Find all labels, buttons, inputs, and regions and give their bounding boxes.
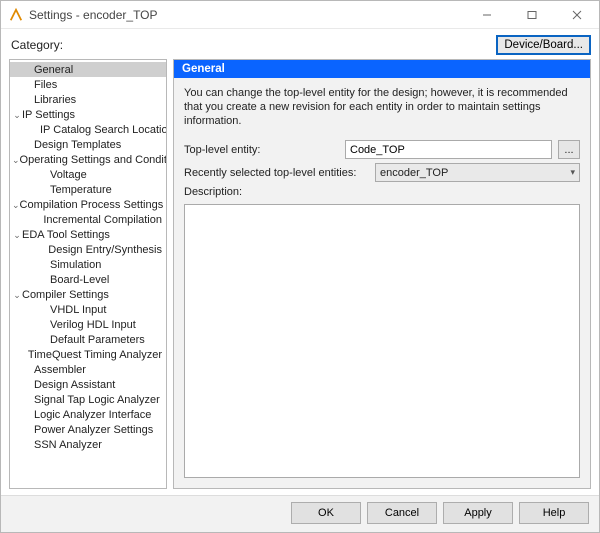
app-icon (9, 8, 23, 22)
description-textarea[interactable] (184, 204, 580, 478)
panel-helptext: You can change the top-level entity for … (174, 78, 590, 138)
category-label: Category: (11, 38, 63, 52)
titlebar: Settings - encoder_TOP (1, 1, 599, 29)
tree-voltage[interactable]: Voltage (10, 167, 166, 182)
tree-item-label: VHDL Input (50, 303, 106, 317)
close-button[interactable] (554, 1, 599, 29)
recent-entities-select[interactable]: encoder_TOP (375, 163, 580, 182)
expand-caret-icon: ⌄ (12, 288, 22, 302)
top-entity-label: Top-level entity: (184, 144, 339, 156)
tree-timequest[interactable]: TimeQuest Timing Analyzer (10, 347, 166, 362)
tree-default-params[interactable]: Default Parameters (10, 332, 166, 347)
tree-item-label: Signal Tap Logic Analyzer (34, 393, 160, 407)
window-title: Settings - encoder_TOP (29, 8, 464, 22)
apply-button[interactable]: Apply (443, 502, 513, 524)
tree-compiler[interactable]: ⌄Compiler Settings (10, 287, 166, 302)
tree-assembler[interactable]: Assembler (10, 362, 166, 377)
tree-design-assistant[interactable]: Design Assistant (10, 377, 166, 392)
tree-item-label: Voltage (50, 168, 87, 182)
tree-signaltap[interactable]: Signal Tap Logic Analyzer (10, 392, 166, 407)
device-board-button[interactable]: Device/Board... (496, 35, 591, 55)
tree-item-label: Libraries (34, 93, 76, 107)
tree-item-label: Compilation Process Settings (20, 198, 164, 212)
tree-item-label: Assembler (34, 363, 86, 377)
tree-general[interactable]: General (10, 62, 166, 77)
tree-incremental[interactable]: Incremental Compilation (10, 212, 166, 227)
tree-item-label: Power Analyzer Settings (34, 423, 153, 437)
recent-entities-label: Recently selected top-level entities: (184, 167, 369, 179)
tree-item-label: IP Settings (22, 108, 75, 122)
tree-item-label: Incremental Compilation (43, 213, 162, 227)
browse-entity-button[interactable]: ... (558, 140, 580, 159)
tree-item-label: Temperature (50, 183, 112, 197)
tree-ssn[interactable]: SSN Analyzer (10, 437, 166, 452)
minimize-button[interactable] (464, 1, 509, 29)
expand-caret-icon: ⌄ (12, 198, 20, 212)
tree-item-label: EDA Tool Settings (22, 228, 110, 242)
tree-item-label: Board-Level (50, 273, 109, 287)
tree-ip-catalog[interactable]: IP Catalog Search Locations (10, 122, 166, 137)
top-entity-input[interactable] (345, 140, 552, 159)
description-label: Description: (184, 186, 339, 198)
tree-temperature[interactable]: Temperature (10, 182, 166, 197)
tree-item-label: Files (34, 78, 57, 92)
tree-item-label: Default Parameters (50, 333, 145, 347)
maximize-button[interactable] (509, 1, 554, 29)
tree-operating[interactable]: ⌄Operating Settings and Conditions (10, 152, 166, 167)
tree-compilation[interactable]: ⌄Compilation Process Settings (10, 197, 166, 212)
top-row: Category: Device/Board... (1, 29, 599, 59)
settings-panel: General You can change the top-level ent… (173, 59, 591, 489)
tree-item-label: Simulation (50, 258, 101, 272)
expand-caret-icon: ⌄ (12, 153, 20, 167)
tree-design-templates[interactable]: Design Templates (10, 137, 166, 152)
ok-button[interactable]: OK (291, 502, 361, 524)
tree-item-label: Operating Settings and Conditions (20, 153, 167, 167)
button-bar: OK Cancel Apply Help (1, 495, 599, 532)
tree-item-label: Design Assistant (34, 378, 115, 392)
tree-eda[interactable]: ⌄EDA Tool Settings (10, 227, 166, 242)
tree-vhdl[interactable]: VHDL Input (10, 302, 166, 317)
recent-entities-value: encoder_TOP (380, 167, 448, 179)
tree-board-level[interactable]: Board-Level (10, 272, 166, 287)
tree-item-label: General (34, 63, 73, 77)
tree-item-label: Verilog HDL Input (50, 318, 136, 332)
dialog-body: GeneralFilesLibraries⌄IP SettingsIP Cata… (1, 59, 599, 495)
tree-simulation[interactable]: Simulation (10, 257, 166, 272)
tree-files[interactable]: Files (10, 77, 166, 92)
help-button[interactable]: Help (519, 502, 589, 524)
tree-item-label: TimeQuest Timing Analyzer (28, 348, 162, 362)
tree-item-label: SSN Analyzer (34, 438, 102, 452)
tree-verilog[interactable]: Verilog HDL Input (10, 317, 166, 332)
tree-item-label: Logic Analyzer Interface (34, 408, 151, 422)
expand-caret-icon: ⌄ (12, 228, 22, 242)
tree-item-label: Design Templates (34, 138, 121, 152)
tree-power[interactable]: Power Analyzer Settings (10, 422, 166, 437)
tree-item-label: IP Catalog Search Locations (40, 123, 167, 137)
panel-header: General (174, 60, 590, 78)
tree-ip-settings[interactable]: ⌄IP Settings (10, 107, 166, 122)
tree-item-label: Design Entry/Synthesis (48, 243, 162, 257)
tree-libraries[interactable]: Libraries (10, 92, 166, 107)
cancel-button[interactable]: Cancel (367, 502, 437, 524)
category-tree[interactable]: GeneralFilesLibraries⌄IP SettingsIP Cata… (9, 59, 167, 489)
tree-design-entry[interactable]: Design Entry/Synthesis (10, 242, 166, 257)
expand-caret-icon: ⌄ (12, 108, 22, 122)
settings-dialog: Settings - encoder_TOP Category: Device/… (0, 0, 600, 533)
tree-item-label: Compiler Settings (22, 288, 109, 302)
tree-lai[interactable]: Logic Analyzer Interface (10, 407, 166, 422)
